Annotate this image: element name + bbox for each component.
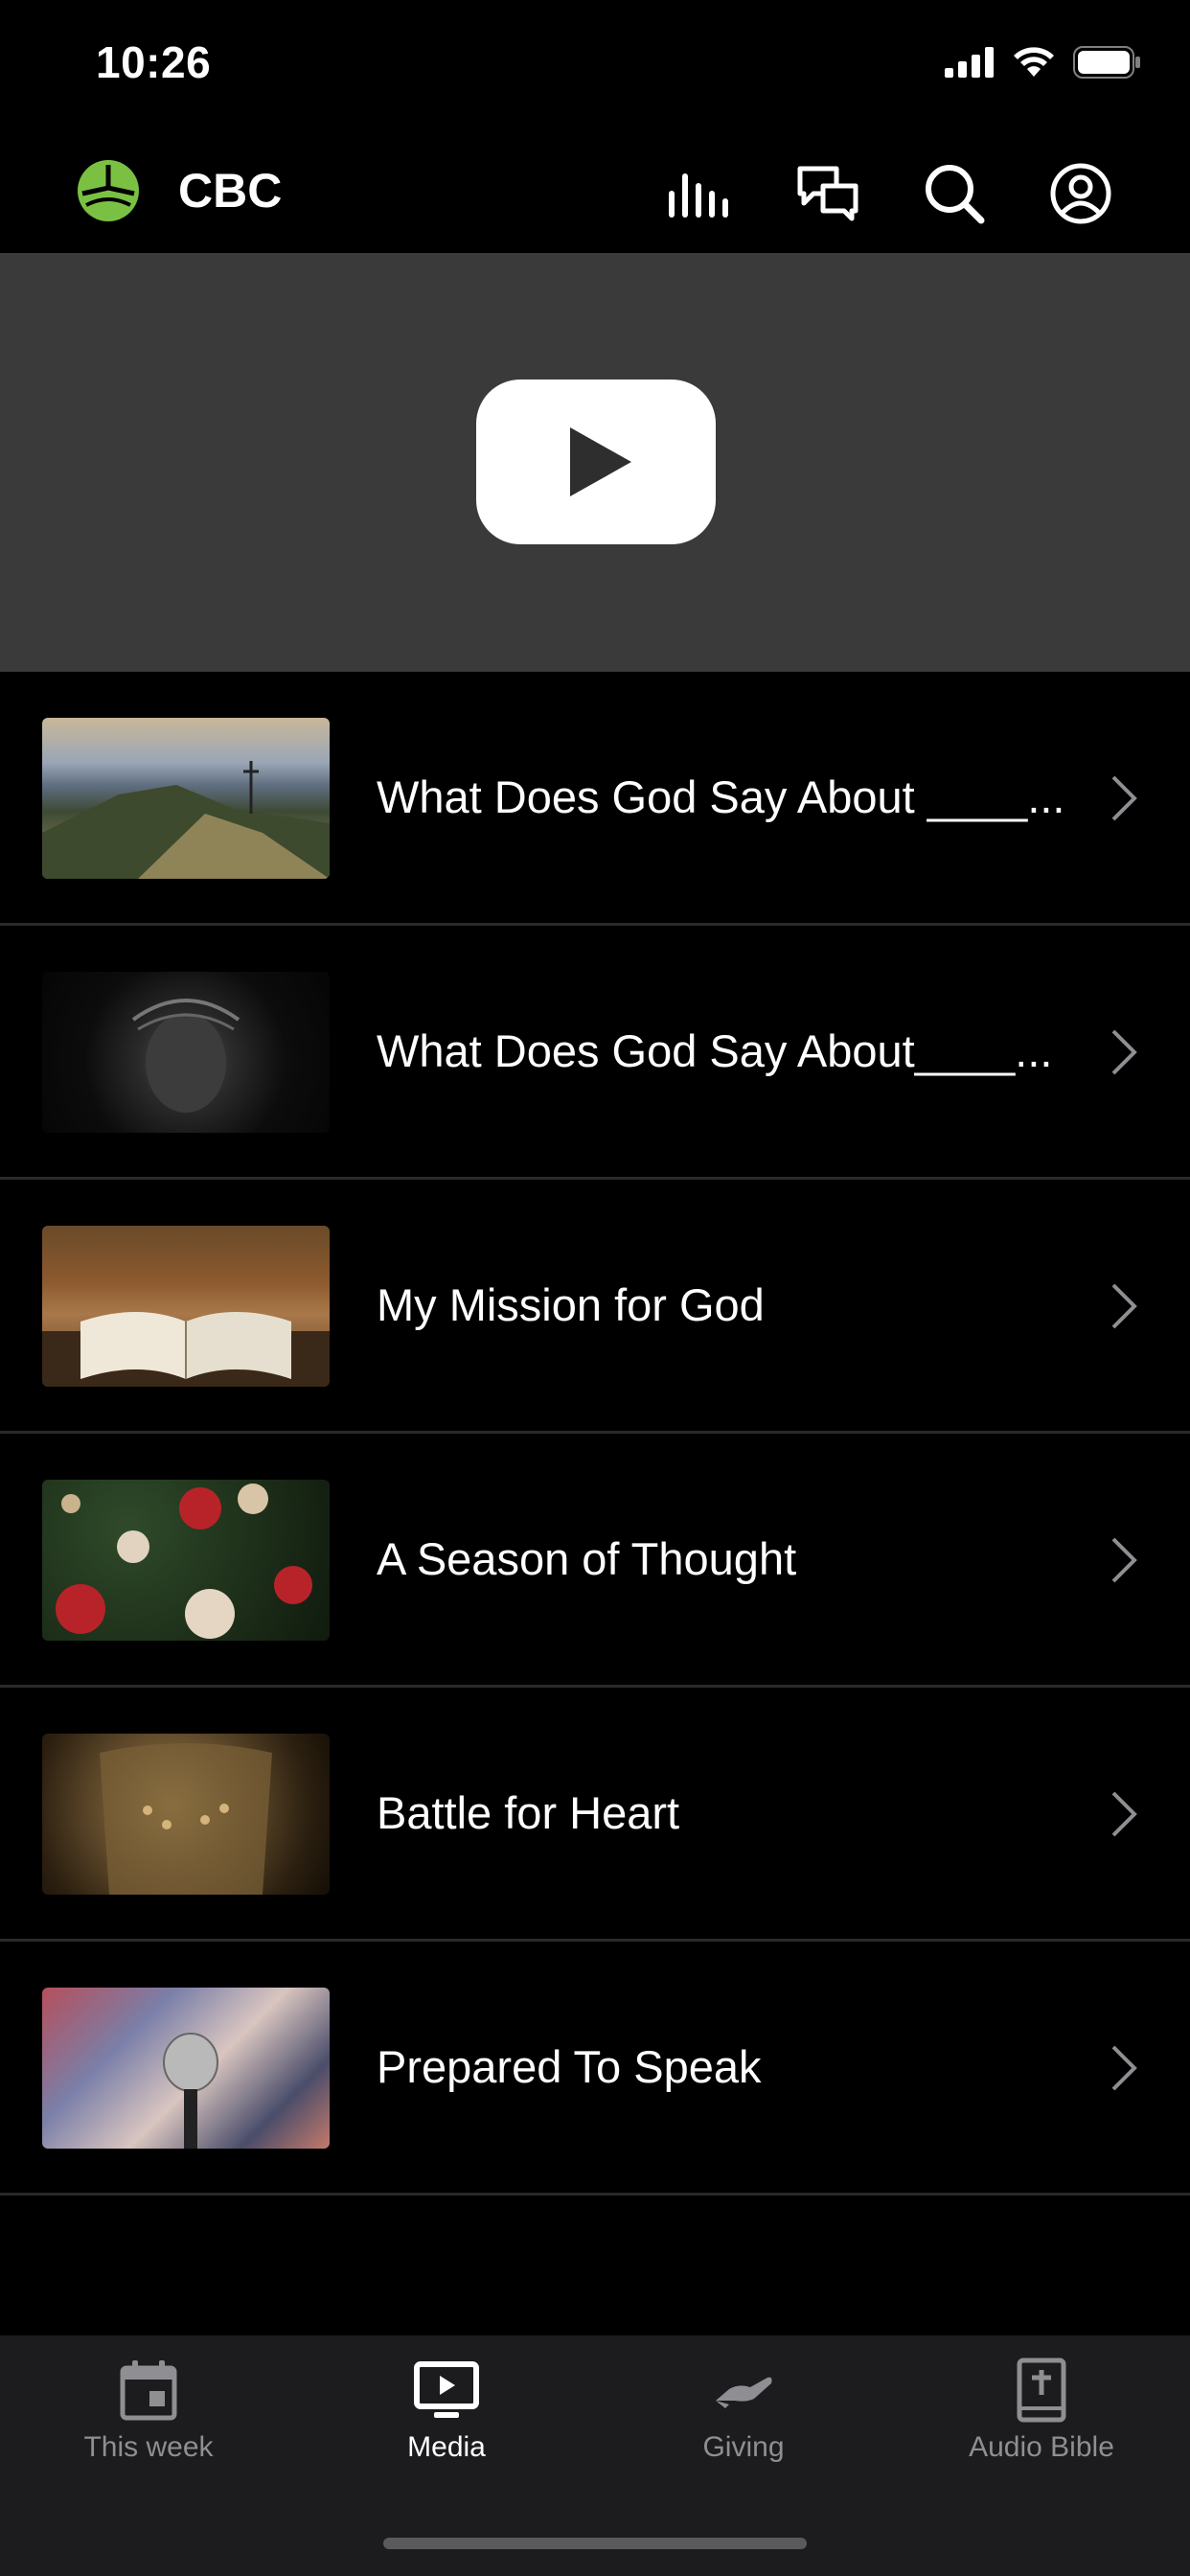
list-item[interactable]: Prepared To Speak: [0, 1942, 1190, 2196]
calendar-icon: [120, 2360, 177, 2421]
youtube-play-icon[interactable]: [476, 380, 716, 544]
thumbnail-crown-of-thorns: [42, 972, 330, 1133]
wifi-icon: [1014, 47, 1054, 77]
list-item[interactable]: Battle for Heart: [0, 1688, 1190, 1942]
chat-bubbles-icon[interactable]: [791, 157, 864, 230]
chevron-right-icon: [1111, 1791, 1137, 1837]
item-title: What Does God Say About ____...: [377, 771, 1065, 822]
giving-hand-icon: [716, 2377, 772, 2408]
tab-label: This week: [83, 2431, 214, 2463]
tab-media[interactable]: Media: [322, 2357, 571, 2500]
tab-label: Audio Bible: [969, 2431, 1114, 2463]
profile-icon[interactable]: [1044, 157, 1117, 230]
item-title: My Mission for God: [377, 1279, 765, 1330]
tab-giving[interactable]: Giving: [619, 2357, 868, 2500]
tv-play-icon: [414, 2361, 479, 2418]
thumbnail-microphone-crowd: [42, 1988, 330, 2149]
home-indicator: [383, 2538, 807, 2549]
status-time: 10:26: [96, 37, 212, 87]
item-title: Battle for Heart: [377, 1787, 680, 1838]
status-icons: [945, 46, 1142, 79]
list-item[interactable]: What Does God Say About ____...: [0, 672, 1190, 926]
tab-audio-bible[interactable]: Audio Bible: [917, 2357, 1166, 2500]
chevron-right-icon: [1111, 1029, 1137, 1075]
list-item[interactable]: My Mission for God: [0, 1180, 1190, 1434]
thumbnail-mountain-cross: [42, 718, 330, 879]
item-title: What Does God Say About____...: [377, 1025, 1053, 1076]
thumbnail-open-bible: [42, 1226, 330, 1387]
tab-this-week[interactable]: This week: [24, 2357, 273, 2500]
thumbnail-christmas-ornaments: [42, 1480, 330, 1641]
item-title: A Season of Thought: [377, 1533, 797, 1584]
cbc-logo-icon[interactable]: [77, 159, 140, 222]
tab-label: Giving: [702, 2431, 785, 2463]
chevron-right-icon: [1111, 2045, 1137, 2091]
search-icon[interactable]: [918, 157, 991, 230]
battery-icon: [1073, 46, 1140, 79]
bars-chart-icon[interactable]: [664, 157, 737, 230]
thumbnail-armor: [42, 1734, 330, 1895]
video-banner[interactable]: [0, 253, 1190, 672]
list-item[interactable]: What Does God Say About____...: [0, 926, 1190, 1180]
app-title: CBC: [178, 164, 283, 218]
app-header: CBC: [0, 134, 1190, 253]
cellular-signal-icon: [945, 47, 994, 78]
bible-icon: [1017, 2358, 1066, 2423]
status-bar: 10:26: [0, 0, 1190, 134]
chevron-right-icon: [1111, 1283, 1137, 1329]
list-item[interactable]: A Season of Thought: [0, 1434, 1190, 1688]
chevron-right-icon: [1111, 1537, 1137, 1583]
tab-label: Media: [407, 2431, 486, 2463]
media-list: What Does God Say About ____... What Doe…: [0, 672, 1190, 2196]
item-title: Prepared To Speak: [377, 2041, 762, 2092]
chevron-right-icon: [1111, 775, 1137, 821]
